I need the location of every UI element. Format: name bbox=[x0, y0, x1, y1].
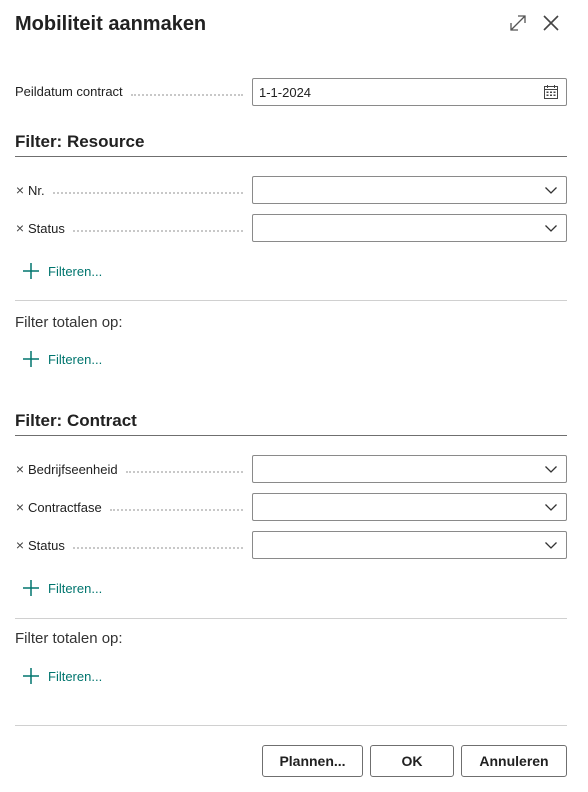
contract-status-select[interactable] bbox=[252, 531, 567, 559]
resource-totals-title: Filter totalen op: bbox=[15, 314, 123, 331]
contract-bedrijfseenheid-select[interactable] bbox=[252, 455, 567, 483]
chevron-down-icon bbox=[542, 536, 560, 554]
close-icon[interactable] bbox=[539, 11, 563, 35]
resource-add-filter-button[interactable]: Filteren... bbox=[22, 262, 102, 280]
contract-bedrijfseenheid-label: × Bedrijfseenheid bbox=[15, 461, 243, 477]
footer-divider bbox=[15, 725, 567, 726]
contract-totals-title: Filter totalen op: bbox=[15, 630, 123, 647]
remove-filter-icon[interactable]: × bbox=[15, 499, 25, 515]
contract-totals-divider bbox=[15, 618, 567, 619]
resource-status-label: × Status bbox=[15, 220, 243, 236]
plus-icon bbox=[23, 263, 39, 279]
cancel-button[interactable]: Annuleren bbox=[461, 745, 567, 777]
resource-status-select[interactable] bbox=[252, 214, 567, 242]
contract-contractfase-select[interactable] bbox=[252, 493, 567, 521]
peildatum-input[interactable]: 1-1-2024 bbox=[252, 78, 567, 106]
contract-status-label: × Status bbox=[15, 537, 243, 553]
contract-add-filter-button[interactable]: Filteren... bbox=[22, 579, 102, 597]
plus-icon bbox=[23, 351, 39, 367]
resource-totals-add-filter-button[interactable]: Filteren... bbox=[22, 350, 102, 368]
contract-section-title: Filter: Contract bbox=[15, 411, 137, 430]
peildatum-value: 1-1-2024 bbox=[259, 84, 312, 100]
resource-nr-label: × Nr. bbox=[15, 182, 243, 198]
peildatum-label: Peildatum contract bbox=[15, 84, 243, 99]
remove-filter-icon[interactable]: × bbox=[15, 461, 25, 477]
chevron-down-icon bbox=[542, 219, 560, 237]
calendar-icon[interactable] bbox=[542, 83, 560, 101]
plus-icon bbox=[23, 668, 39, 684]
plus-icon bbox=[23, 580, 39, 596]
resource-section-title: Filter: Resource bbox=[15, 132, 145, 151]
resource-totals-divider bbox=[15, 300, 567, 301]
dialog-title: Mobiliteit aanmaken bbox=[15, 13, 207, 35]
remove-filter-icon[interactable]: × bbox=[15, 220, 25, 236]
expand-icon[interactable] bbox=[506, 11, 530, 35]
chevron-down-icon bbox=[542, 181, 560, 199]
resource-nr-select[interactable] bbox=[252, 176, 567, 204]
chevron-down-icon bbox=[542, 460, 560, 478]
resource-section-divider bbox=[15, 156, 567, 157]
remove-filter-icon[interactable]: × bbox=[15, 537, 25, 553]
contract-contractfase-label: × Contractfase bbox=[15, 499, 243, 515]
contract-totals-add-filter-button[interactable]: Filteren... bbox=[22, 667, 102, 685]
remove-filter-icon[interactable]: × bbox=[15, 182, 25, 198]
ok-button[interactable]: OK bbox=[370, 745, 454, 777]
contract-section-divider bbox=[15, 435, 567, 436]
chevron-down-icon bbox=[542, 498, 560, 516]
plan-button[interactable]: Plannen... bbox=[262, 745, 363, 777]
